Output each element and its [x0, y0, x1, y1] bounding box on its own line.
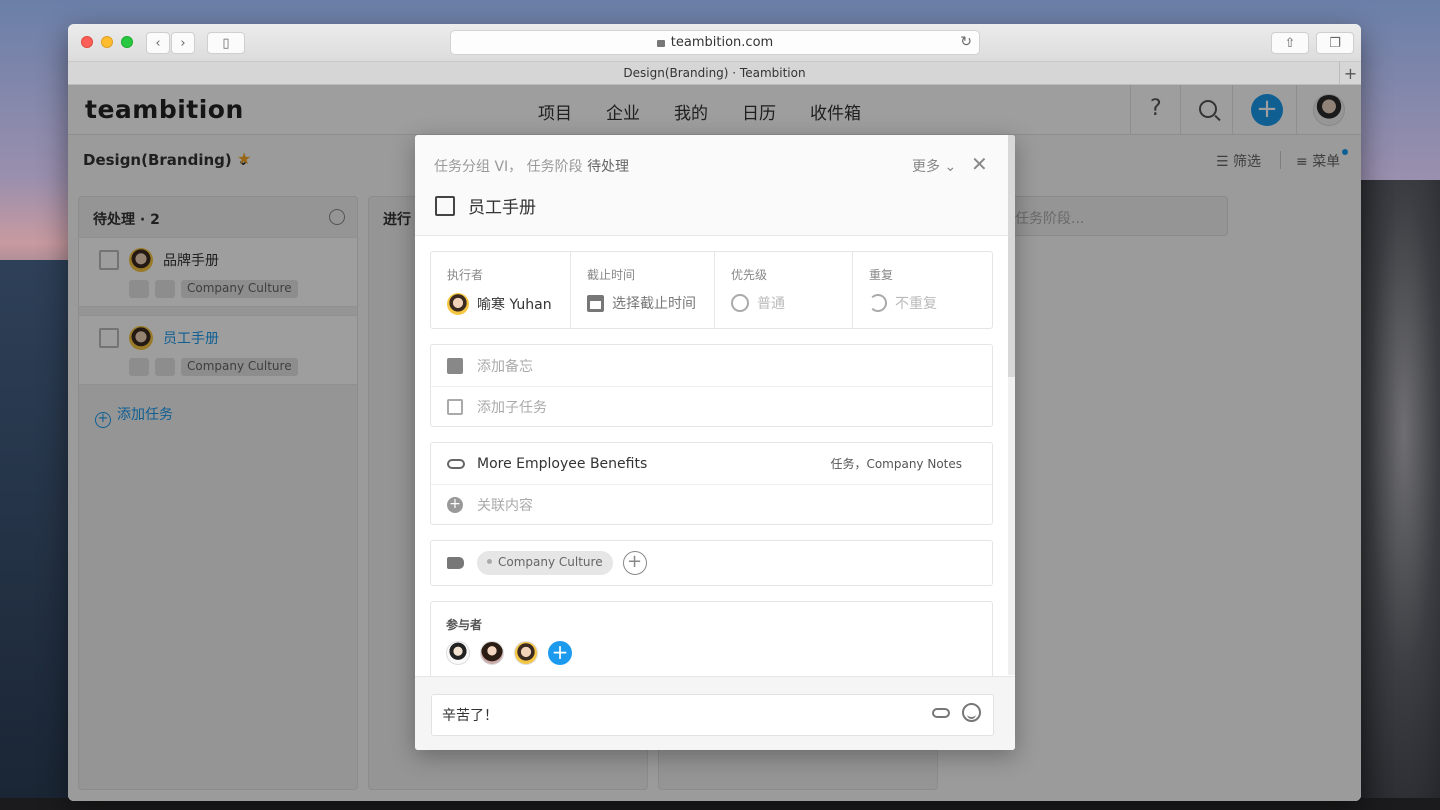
modal-header: 任务分组 VI， 任务阶段 待处理 更多 ⌄ ✕ 员工手册 [415, 135, 1015, 236]
add-link-row[interactable]: + 关联内容 [431, 484, 992, 525]
modal-scrollbar[interactable] [1008, 135, 1015, 675]
tag-icon [447, 557, 464, 569]
executor-value: 喻寒 Yuhan [447, 293, 554, 315]
notes-box: 添加备忘 添加子任务 [430, 344, 993, 427]
calendar-icon [587, 294, 604, 312]
breadcrumb-stage-label: 任务阶段 [526, 159, 583, 175]
scrollbar-thumb[interactable] [1008, 135, 1015, 377]
chevron-left-icon: ‹ [155, 35, 161, 51]
deadline-value: 选择截止时间 [587, 293, 698, 313]
add-note-row[interactable]: 添加备忘 [431, 345, 992, 386]
tab-bar: Design(Branding) · Teambition + [68, 62, 1361, 85]
priority-text: 普通 [757, 296, 785, 312]
note-icon [447, 357, 463, 374]
priority-label: 优先级 [731, 268, 768, 282]
share-button[interactable]: ⇧ [1271, 32, 1309, 54]
add-link-label: 关联内容 [477, 498, 533, 514]
lock-icon [656, 40, 665, 47]
close-window-button[interactable] [81, 36, 93, 48]
avatar[interactable] [480, 641, 504, 665]
comment-input[interactable] [431, 694, 994, 736]
task-complete-checkbox[interactable] [435, 196, 455, 216]
desktop-wallpaper-rocks [1350, 180, 1440, 810]
deadline-label: 截止时间 [587, 268, 636, 282]
deadline-text: 选择截止时间 [612, 296, 696, 312]
participants-label: 参与者 [446, 618, 483, 632]
share-icon: ⇧ [1284, 35, 1296, 51]
url-text: teambition.com [670, 35, 774, 50]
priority-circle-icon [731, 294, 749, 312]
add-participant-button[interactable]: + [548, 641, 572, 665]
tab-title[interactable]: Design(Branding) · Teambition [623, 66, 805, 80]
comment-area [415, 676, 1015, 750]
breadcrumb-stage[interactable]: 待处理 [587, 159, 629, 175]
browser-titlebar: ‹ › ▯ teambition.com ↻ ⇧ ❐ [68, 24, 1361, 62]
task-fields: 执行者 喻寒 Yuhan 截止时间 选择截止时间 优先级 普通 重复 不重复 [430, 251, 993, 329]
tabs-overview-button[interactable]: ❐ [1316, 32, 1354, 54]
chevron-right-icon: › [180, 35, 186, 51]
minimize-window-button[interactable] [101, 36, 113, 48]
priority-field[interactable]: 优先级 普通 [715, 252, 853, 328]
add-subtask-label: 添加子任务 [477, 400, 547, 416]
breadcrumb: 任务分组 VI， 任务阶段 待处理 [434, 156, 629, 176]
tag-pill[interactable]: Company Culture [477, 551, 613, 575]
forward-button[interactable]: › [171, 32, 195, 54]
reload-icon[interactable]: ↻ [960, 34, 972, 50]
close-icon[interactable]: ✕ [971, 152, 988, 176]
repeat-value: 不重复 [869, 293, 976, 313]
repeat-label: 重复 [869, 268, 894, 282]
new-tab-button[interactable]: + [1339, 62, 1361, 84]
emoji-icon[interactable] [962, 703, 981, 722]
sidebar-toggle-button[interactable]: ▯ [207, 32, 245, 54]
subtask-icon [447, 399, 463, 415]
avatar [447, 293, 469, 315]
repeat-field[interactable]: 重复 不重复 [853, 252, 992, 328]
address-bar[interactable]: teambition.com ↻ [450, 30, 980, 55]
priority-value: 普通 [731, 293, 836, 313]
tags-box: Company Culture + [430, 540, 993, 586]
avatar[interactable] [446, 641, 470, 665]
linked-item[interactable]: More Employee Benefits 任务，Company Notes [431, 443, 992, 484]
add-note-label: 添加备忘 [477, 358, 533, 375]
desktop-wallpaper-left [0, 260, 68, 810]
back-button[interactable]: ‹ [146, 32, 170, 54]
task-title[interactable]: 员工手册 [468, 193, 536, 218]
linked-item-meta: 任务，Company Notes [830, 457, 962, 471]
deadline-field[interactable]: 截止时间 选择截止时间 [571, 252, 715, 328]
repeat-icon [869, 294, 887, 312]
executor-field[interactable]: 执行者 喻寒 Yuhan [431, 252, 571, 328]
tag-dot [487, 559, 492, 564]
add-subtask-row[interactable]: 添加子任务 [431, 386, 992, 427]
tag-label: Company Culture [498, 555, 603, 569]
executor-name: 喻寒 Yuhan [477, 297, 552, 313]
link-icon [447, 458, 465, 469]
task-detail-modal: 任务分组 VI， 任务阶段 待处理 更多 ⌄ ✕ 员工手册 执行者 喻寒 Yuh… [415, 135, 1015, 750]
repeat-text: 不重复 [895, 296, 937, 312]
zoom-window-button[interactable] [121, 36, 133, 48]
tabs-icon: ❐ [1329, 35, 1341, 51]
sidebar-icon: ▯ [222, 35, 230, 51]
more-button[interactable]: 更多 ⌄ [912, 156, 956, 176]
linked-item-title: More Employee Benefits [477, 455, 648, 472]
breadcrumb-group[interactable]: 任务分组 VI， [434, 159, 522, 175]
plus-circle-icon: + [447, 497, 463, 513]
participant-list: + [446, 641, 977, 665]
avatar[interactable] [514, 641, 538, 665]
executor-label: 执行者 [447, 268, 484, 282]
chevron-down-icon: ⌄ [944, 159, 957, 175]
linked-content-box: More Employee Benefits 任务，Company Notes … [430, 442, 993, 525]
add-tag-button[interactable]: + [622, 551, 647, 575]
attachment-icon[interactable] [932, 708, 950, 718]
more-label: 更多 [912, 159, 940, 175]
